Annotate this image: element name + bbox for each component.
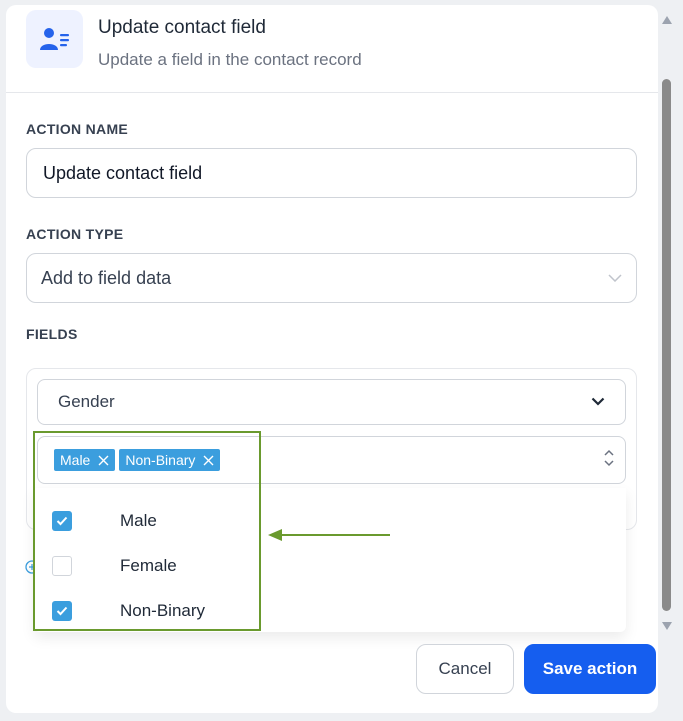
action-name-label: ACTION NAME (26, 121, 129, 137)
checkbox-checked[interactable] (52, 511, 72, 531)
option-label: Male (120, 511, 157, 530)
chip-label: Male (60, 452, 91, 468)
chip-male: Male (54, 449, 116, 471)
chevron-down-icon (608, 269, 622, 287)
action-type-select[interactable]: Add to field data (26, 253, 637, 303)
chip-remove-icon[interactable] (203, 455, 214, 466)
checkbox-unchecked[interactable] (52, 556, 72, 576)
scroll-up-arrow-icon[interactable] (662, 11, 672, 29)
chip-remove-icon[interactable] (98, 455, 109, 466)
chip-non-binary: Non-Binary (119, 449, 221, 471)
cancel-button[interactable]: Cancel (416, 644, 514, 694)
action-name-input[interactable] (26, 148, 637, 198)
checkbox-checked[interactable] (52, 601, 72, 621)
save-action-button[interactable]: Save action (524, 644, 656, 694)
field-select-value: Gender (58, 392, 115, 411)
option-male[interactable]: Male (52, 509, 157, 533)
chip-label: Non-Binary (125, 452, 196, 468)
action-type-label: ACTION TYPE (26, 226, 124, 242)
panel-header: Update contact field Update a field in t… (6, 5, 658, 93)
options-dropdown: Male Female Non-Binary (34, 488, 626, 632)
selected-chips: Male Non-Binary (54, 449, 221, 471)
fields-label: FIELDS (26, 326, 78, 342)
header-title: Update contact field (98, 17, 266, 38)
option-non-binary[interactable]: Non-Binary (52, 599, 205, 623)
contact-card-icon (26, 10, 83, 68)
scrollbar-thumb[interactable] (662, 79, 671, 611)
option-label: Non-Binary (120, 601, 206, 620)
values-multiselect[interactable]: Male Non-Binary (37, 436, 626, 484)
scroll-down-arrow-icon[interactable] (662, 617, 672, 635)
update-contact-field-panel: Update contact field Update a field in t… (6, 5, 658, 713)
option-female[interactable]: Female (52, 554, 177, 578)
header-subtitle: Update a field in the contact record (98, 50, 362, 69)
up-down-chevron-icon (603, 448, 615, 473)
scrollbar[interactable] (658, 5, 676, 630)
arrow-left-icon (266, 527, 390, 548)
field-select[interactable]: Gender (37, 379, 626, 425)
option-label: Female (120, 556, 177, 575)
chevron-down-icon (591, 393, 605, 411)
action-type-value: Add to field data (41, 267, 172, 288)
